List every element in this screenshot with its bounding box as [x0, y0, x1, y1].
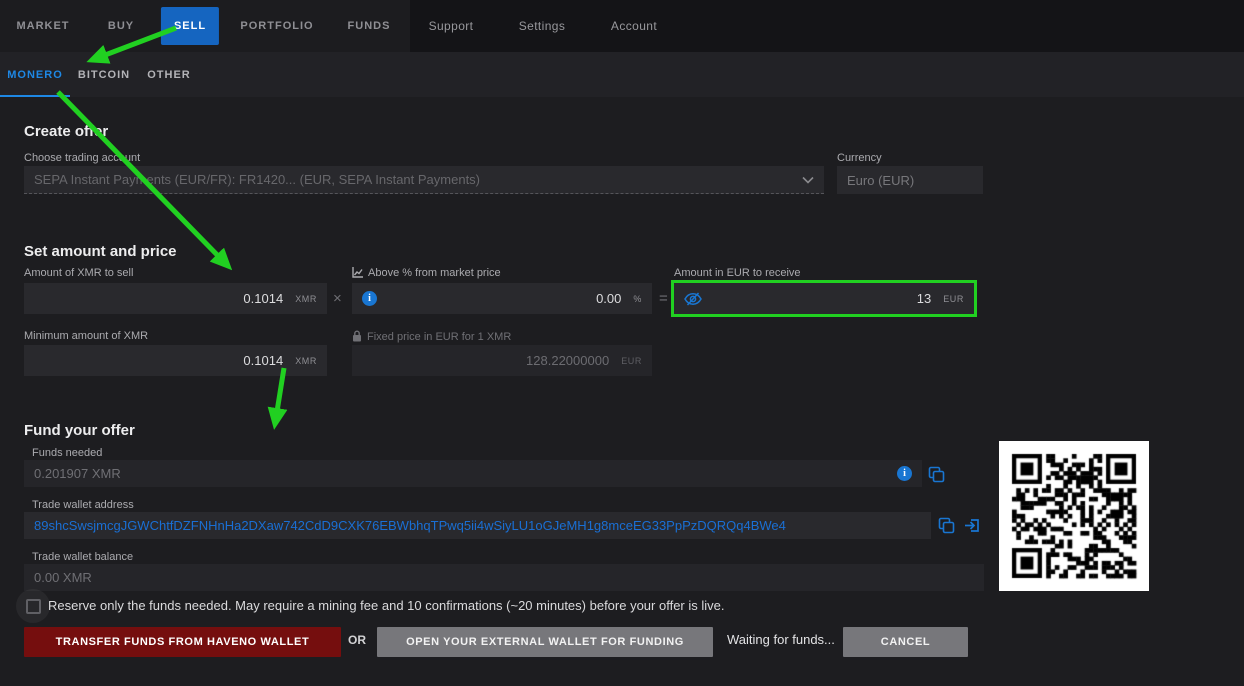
wallet-address-label: Trade wallet address [32, 499, 134, 511]
funds-needed-field: 0.201907 XMR [24, 460, 922, 487]
copy-address-icon[interactable] [938, 517, 955, 539]
amount-to-sell-value: 0.1014 [243, 291, 283, 306]
market-price-pct-field[interactable]: 0.00 % [352, 283, 652, 314]
create-offer-title: Create offer [24, 123, 108, 140]
nav-item-sell[interactable]: SELL [161, 7, 219, 45]
nav-item-support[interactable]: Support [429, 0, 474, 52]
tab-monero[interactable]: MONERO [7, 52, 63, 97]
tab-bitcoin[interactable]: BITCOIN [78, 52, 130, 97]
nav-item-market[interactable]: MARKET [16, 0, 69, 52]
cancel-button[interactable]: CANCEL [843, 627, 968, 657]
or-text: OR [348, 633, 366, 647]
fixed-price-suffix: EUR [621, 356, 642, 366]
funding-status-text: Waiting for funds... [727, 632, 835, 647]
copy-funds-icon[interactable] [928, 466, 945, 488]
qr-code-container [999, 441, 1149, 591]
amount-to-sell-label: Amount of XMR to sell [24, 267, 133, 279]
top-navigation: MARKET BUY SELL PORTFOLIO FUNDS Support … [0, 0, 1244, 52]
amount-section-title: Set amount and price [24, 243, 177, 260]
min-amount-field[interactable]: 0.1014 XMR [24, 345, 327, 376]
market-price-pct-value: 0.00 [596, 291, 621, 306]
funds-needed-value: 0.201907 XMR [34, 466, 121, 481]
create-offer-screen: MARKET BUY SELL PORTFOLIO FUNDS Support … [0, 0, 1244, 686]
market-price-pct-suffix: % [633, 294, 642, 304]
tab-other[interactable]: OTHER [147, 52, 191, 97]
funds-needed-label: Funds needed [32, 447, 102, 459]
trading-account-value: SEPA Instant Payments (EUR/FR): FR1420..… [34, 172, 480, 187]
amount-to-sell-suffix: XMR [295, 294, 317, 304]
equals-operator: = [659, 290, 668, 307]
nav-item-buy[interactable]: BUY [108, 0, 134, 52]
chart-icon [352, 267, 363, 281]
nav-item-account[interactable]: Account [611, 0, 657, 52]
funds-needed-info-icon[interactable] [897, 466, 912, 481]
nav-item-portfolio[interactable]: PORTFOLIO [240, 0, 313, 52]
eye-slash-icon[interactable] [684, 292, 702, 306]
trading-account-label: Choose trading account [24, 152, 140, 164]
transfer-funds-button[interactable]: TRANSFER FUNDS FROM HAVENO WALLET [24, 627, 341, 657]
lock-icon [352, 330, 362, 345]
wallet-address-value: 89shcSwsjmcgJGWChtfDZFNHnHa2DXaw742CdD9C… [34, 518, 786, 533]
wallet-balance-value: 0.00 XMR [34, 570, 92, 585]
wallet-address-field[interactable]: 89shcSwsjmcgJGWChtfDZFNHnHa2DXaw742CdD9C… [24, 512, 931, 539]
min-amount-suffix: XMR [295, 356, 317, 366]
amount-receive-label: Amount in EUR to receive [674, 267, 801, 279]
reserve-checkbox[interactable] [16, 589, 50, 623]
reserve-checkbox-label: Reserve only the funds needed. May requi… [48, 598, 725, 613]
active-tab-underline [0, 95, 70, 97]
min-amount-label: Minimum amount of XMR [24, 330, 148, 342]
arrow-to-fund-section [275, 368, 284, 424]
fixed-price-value: 128.22000000 [526, 353, 609, 368]
fund-section-title: Fund your offer [24, 422, 135, 439]
market-price-pct-label: Above % from market price [352, 267, 501, 281]
info-icon[interactable] [362, 291, 377, 306]
fixed-price-label-text: Fixed price in EUR for 1 XMR [367, 331, 511, 343]
fixed-price-field: 128.22000000 EUR [352, 345, 652, 376]
crypto-tabbar: MONERO BITCOIN OTHER [0, 52, 1244, 97]
external-wallet-button[interactable]: OPEN YOUR EXTERNAL WALLET FOR FUNDING [377, 627, 713, 657]
fixed-price-label: Fixed price in EUR for 1 XMR [352, 330, 511, 345]
open-in-wallet-icon[interactable] [964, 517, 981, 539]
nav-item-funds[interactable]: FUNDS [348, 0, 391, 52]
min-amount-value: 0.1014 [243, 353, 283, 368]
currency-label: Currency [837, 152, 882, 164]
currency-field[interactable]: Euro (EUR) [837, 166, 983, 194]
market-price-pct-label-text: Above % from market price [368, 267, 501, 279]
wallet-balance-label: Trade wallet balance [32, 551, 133, 563]
amount-receive-field[interactable]: 13 EUR [671, 280, 977, 317]
wallet-balance-field: 0.00 XMR [24, 564, 984, 591]
amount-receive-value: 13 [917, 291, 931, 306]
amount-to-sell-field[interactable]: 0.1014 XMR [24, 283, 327, 314]
amount-receive-suffix: EUR [943, 294, 964, 304]
multiply-operator: × [333, 290, 342, 307]
currency-value: Euro (EUR) [847, 173, 914, 188]
qr-code [999, 441, 1149, 591]
nav-item-settings[interactable]: Settings [519, 0, 566, 52]
reserve-checkbox-box[interactable] [26, 599, 41, 614]
chevron-down-icon [802, 172, 814, 187]
trading-account-select[interactable]: SEPA Instant Payments (EUR/FR): FR1420..… [24, 166, 824, 194]
